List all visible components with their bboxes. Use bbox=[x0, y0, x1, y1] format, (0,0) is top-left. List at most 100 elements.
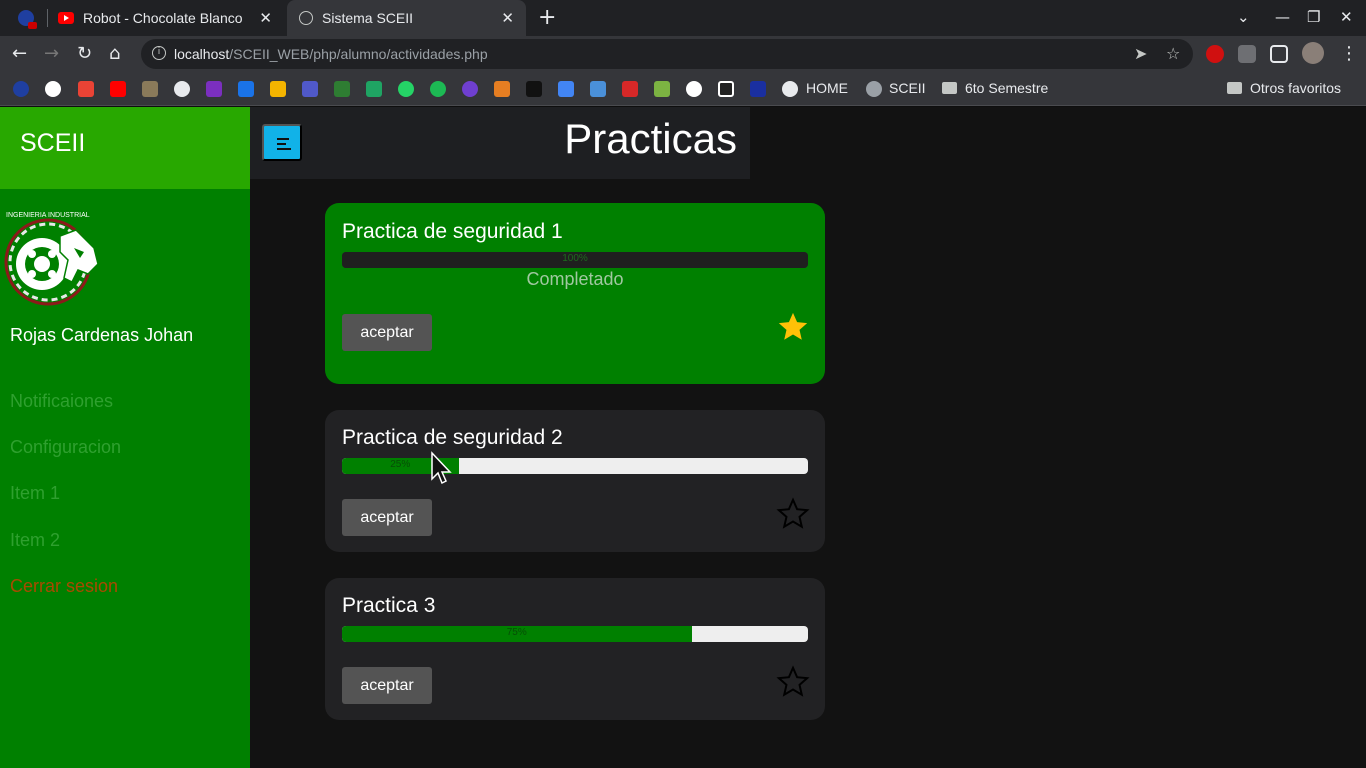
side-panel-icon[interactable] bbox=[1270, 45, 1288, 63]
heart-icon[interactable] bbox=[622, 81, 638, 97]
gmail-icon[interactable] bbox=[78, 81, 94, 97]
record-icon[interactable] bbox=[718, 81, 734, 97]
youtube-icon[interactable] bbox=[110, 81, 126, 97]
info-icon[interactable] bbox=[750, 81, 766, 97]
progress-label: 100% bbox=[562, 253, 588, 264]
tab-separator bbox=[47, 9, 48, 27]
star-outline-icon[interactable] bbox=[776, 497, 810, 531]
browser-toolbar: ← → ↻ ⌂ i localhost/SCEII_WEB/php/alumno… bbox=[0, 36, 1366, 72]
close-window-button[interactable]: ✕ bbox=[1340, 8, 1353, 26]
user-name: Rojas Cardenas Johan bbox=[10, 325, 194, 345]
url-text: localhost/SCEII_WEB/php/alumno/actividad… bbox=[174, 46, 488, 62]
sidebar: SCEII INGENIERIA INDUSTRIAL Rojas Carden… bbox=[0, 107, 250, 768]
sidebar-item-configuracion[interactable]: Configuracion bbox=[10, 437, 121, 458]
bookmark-home[interactable]: HOME bbox=[806, 80, 848, 96]
minimize-button[interactable]: — bbox=[1275, 8, 1290, 26]
sidebar-toggle-button[interactable] bbox=[262, 124, 302, 161]
privacy-icon[interactable] bbox=[462, 81, 478, 97]
flag-icon[interactable] bbox=[238, 81, 254, 97]
practice-card: Practica de seguridad 1 100% Completado … bbox=[325, 203, 825, 384]
close-tab-icon[interactable]: ✕ bbox=[259, 9, 272, 27]
progress-bar: 25% bbox=[342, 458, 808, 474]
accept-button[interactable]: aceptar bbox=[342, 499, 432, 536]
menu-line bbox=[277, 143, 286, 145]
bookmark-folder-6to-semestre[interactable]: 6to Semestre bbox=[965, 80, 1048, 96]
logo-text: INGENIERIA INDUSTRIAL bbox=[6, 212, 90, 219]
spotify-icon[interactable] bbox=[430, 81, 446, 97]
bookmarks-bar: HOME SCEII 6to Semestre Otros favoritos bbox=[0, 72, 1366, 106]
android-icon[interactable] bbox=[654, 81, 670, 97]
sceii-icon[interactable] bbox=[866, 81, 882, 97]
status-text: Completado bbox=[526, 269, 624, 289]
extension-stop-icon[interactable] bbox=[1206, 45, 1224, 63]
game-icon[interactable] bbox=[334, 81, 350, 97]
accept-button[interactable]: aceptar bbox=[342, 314, 432, 351]
star-filled-icon[interactable] bbox=[776, 310, 810, 344]
main-header: Practicas bbox=[250, 107, 750, 179]
accept-button[interactable]: aceptar bbox=[342, 667, 432, 704]
reload-icon[interactable]: ↻ bbox=[77, 43, 92, 64]
folder-icon bbox=[942, 82, 957, 94]
menu-kebab-icon[interactable]: ⋮ bbox=[1340, 43, 1358, 64]
send-icon[interactable]: ➤ bbox=[1134, 44, 1147, 63]
bookmark-counter-icon[interactable] bbox=[13, 81, 29, 97]
bootstrap-icon[interactable] bbox=[206, 81, 222, 97]
drive-icon[interactable] bbox=[366, 81, 382, 97]
star-outline-icon[interactable] bbox=[776, 665, 810, 699]
page-title: Practicas bbox=[564, 115, 737, 162]
practice-card: Practica 3 75% aceptar bbox=[325, 578, 825, 720]
progress-bar: 75% bbox=[342, 626, 808, 642]
clock-icon[interactable] bbox=[686, 81, 702, 97]
extensions-puzzle-icon[interactable] bbox=[1238, 45, 1256, 63]
folder-icon bbox=[1227, 82, 1242, 94]
bookmark-folder-otros-favoritos[interactable]: Otros favoritos bbox=[1250, 80, 1341, 96]
git-icon[interactable] bbox=[494, 81, 510, 97]
home-icon[interactable]: ⌂ bbox=[109, 43, 120, 64]
new-tab-button[interactable]: + bbox=[538, 5, 556, 30]
browser-tabstrip: Robot - Chocolate Blanco ✕ Sistema SCEII… bbox=[0, 0, 1366, 36]
google-icon[interactable] bbox=[45, 81, 61, 97]
tab-sistema-sceii[interactable]: Sistema SCEII ✕ bbox=[287, 0, 526, 36]
sidebar-item-item-2[interactable]: Item 2 bbox=[10, 530, 60, 551]
tab-pinned[interactable] bbox=[18, 0, 40, 36]
practice-title: Practica 3 bbox=[342, 594, 436, 617]
sidebar-brand: SCEII bbox=[0, 107, 250, 189]
practice-title: Practica de seguridad 2 bbox=[342, 426, 563, 449]
mouse-cursor-icon bbox=[431, 451, 452, 485]
forward-arrow-icon[interactable]: → bbox=[44, 43, 59, 64]
pinned-tab-icon bbox=[18, 10, 37, 29]
teams-icon[interactable] bbox=[302, 81, 318, 97]
docs-icon[interactable] bbox=[558, 81, 574, 97]
page: SCEII INGENIERIA INDUSTRIAL Rojas Carden… bbox=[0, 107, 1366, 768]
restore-button[interactable]: ❐ bbox=[1307, 8, 1320, 26]
whatsapp-icon[interactable] bbox=[398, 81, 414, 97]
bookmark-sceii[interactable]: SCEII bbox=[889, 80, 926, 96]
translate-icon[interactable] bbox=[590, 81, 606, 97]
tab-search-icon[interactable]: ⌄ bbox=[1237, 8, 1250, 26]
globe-icon bbox=[299, 11, 313, 25]
bookmark-star-icon[interactable]: ☆ bbox=[1166, 44, 1180, 63]
brand-title: SCEII bbox=[20, 129, 86, 157]
tab-youtube[interactable]: Robot - Chocolate Blanco ✕ bbox=[58, 0, 284, 36]
profile-avatar[interactable] bbox=[1302, 42, 1324, 64]
practice-title: Practica de seguridad 1 bbox=[342, 220, 563, 243]
github-icon[interactable] bbox=[174, 81, 190, 97]
address-bar[interactable]: i localhost/SCEII_WEB/php/alumno/activid… bbox=[141, 39, 1193, 69]
photos-icon[interactable] bbox=[270, 81, 286, 97]
menu-line bbox=[277, 138, 289, 140]
progress-label: 75% bbox=[506, 627, 527, 638]
sidebar-item-item-1[interactable]: Item 1 bbox=[10, 483, 60, 504]
bookmark-icon[interactable] bbox=[142, 81, 158, 97]
close-tab-icon[interactable]: ✕ bbox=[501, 9, 514, 27]
youtube-icon bbox=[58, 12, 74, 24]
practice-card: Practica de seguridad 2 25% aceptar bbox=[325, 410, 825, 552]
tab-title: Sistema SCEII bbox=[322, 10, 414, 26]
back-arrow-icon[interactable]: ← bbox=[12, 43, 27, 64]
site-info-icon[interactable]: i bbox=[152, 46, 166, 60]
globe-icon[interactable] bbox=[782, 81, 798, 97]
sidebar-item-cerrar-sesion[interactable]: Cerrar sesion bbox=[10, 576, 118, 597]
progress-bar: 100% bbox=[342, 252, 808, 268]
af-icon[interactable] bbox=[526, 81, 542, 97]
sidebar-item-notificaciones[interactable]: Notificaiones bbox=[10, 391, 113, 412]
tab-title: Robot - Chocolate Blanco bbox=[83, 10, 243, 26]
